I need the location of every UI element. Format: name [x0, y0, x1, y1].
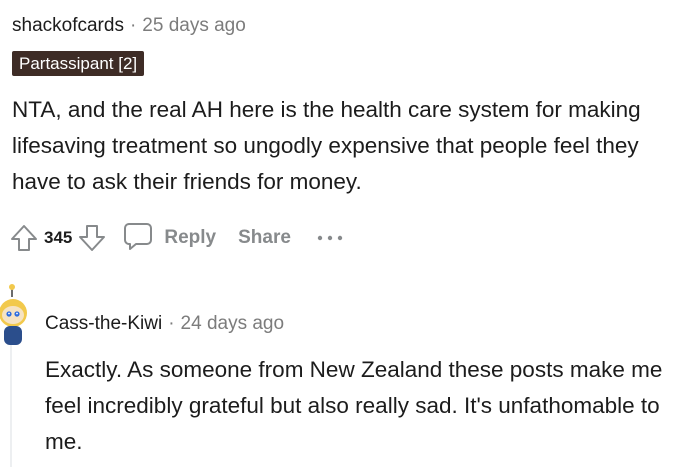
reply-meta: Cass-the-Kiwi · 24 days ago [45, 312, 284, 336]
meta-separator: · [129, 15, 137, 36]
speech-bubble-icon [122, 220, 154, 257]
reply-button[interactable]: Reply [122, 220, 216, 257]
comment-author[interactable]: shackofcards [12, 15, 124, 36]
comment-timestamp[interactable]: 25 days ago [142, 15, 246, 36]
snoo-avatar-icon[interactable] [0, 283, 30, 345]
user-flair: Partassipant [2] [12, 51, 145, 76]
reply-timestamp[interactable]: 24 days ago [181, 313, 285, 334]
comment-body: NTA, and the real AH here is the health … [12, 97, 641, 194]
vote-score: 345 [44, 228, 73, 247]
thread-line[interactable] [10, 340, 12, 467]
meta-separator: · [168, 313, 175, 334]
upvote-arrow-icon[interactable] [8, 222, 40, 254]
more-dots-icon[interactable] [315, 222, 345, 254]
comment-meta: shackofcards · 25 days ago [12, 14, 246, 38]
reply-author[interactable]: Cass-the-Kiwi [45, 313, 162, 334]
share-button[interactable]: Share [238, 227, 291, 249]
reply-label: Reply [164, 227, 217, 248]
downvote-arrow-icon[interactable] [76, 222, 108, 254]
comment-action-bar: 345 Reply Share [8, 220, 345, 256]
reply-body: Exactly. As someone from New Zealand the… [45, 357, 663, 454]
